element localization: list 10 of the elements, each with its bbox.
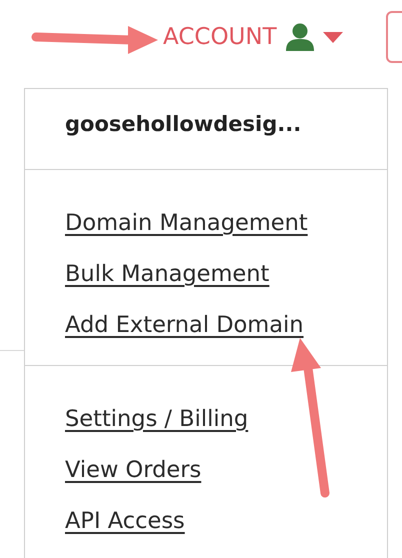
- menu-link[interactable]: Add External Domain: [65, 300, 304, 351]
- caret-icon: [322, 32, 343, 42]
- menu-link[interactable]: Bulk Management: [65, 249, 270, 300]
- account-label[interactable]: ACCOUNT: [163, 24, 277, 50]
- menu-link[interactable]: Domain Management: [65, 198, 308, 249]
- account-username: goosehollowdesig...: [25, 89, 387, 170]
- menu-link[interactable]: Settings / Billing: [65, 394, 248, 445]
- menu-link[interactable]: View Orders: [65, 445, 202, 496]
- person-icon: [284, 23, 315, 51]
- menu-link[interactable]: API Access: [65, 496, 185, 547]
